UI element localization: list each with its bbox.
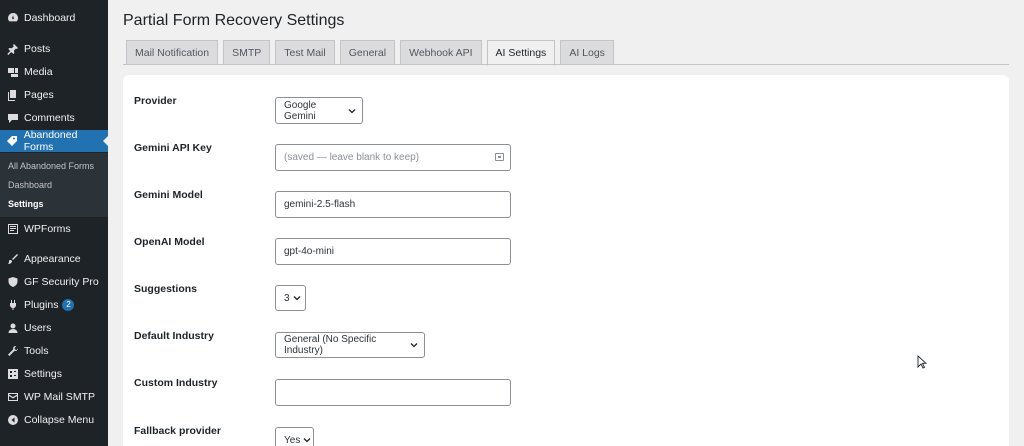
openai-model-value: gpt-4o-mini [284, 246, 335, 257]
suggestions-select[interactable]: 3 [275, 285, 306, 311]
openai-model-field[interactable]: gpt-4o-mini [275, 238, 511, 265]
default-industry-select-value: General (No Specific Industry) [284, 334, 377, 356]
gemini-model-label: Gemini Model [134, 189, 203, 201]
sidebar-item-label: Comments [24, 112, 75, 124]
sidebar-item-abandoned-forms[interactable]: Abandoned Forms [0, 129, 108, 153]
dashboard-icon [6, 12, 19, 25]
user-icon [6, 322, 19, 335]
tag-icon [6, 135, 19, 148]
chevron-down-icon [410, 341, 418, 349]
plug-icon [6, 299, 19, 312]
tab-test-mail[interactable]: Test Mail [275, 40, 335, 65]
sidebar-item-label: Settings [24, 368, 62, 380]
plugins-update-badge: 2 [62, 299, 75, 311]
settings-tabs: Mail Notification SMTP Test Mail General… [126, 40, 619, 66]
sidebar-item-pages[interactable]: Pages [0, 84, 108, 106]
sidebar-item-media[interactable]: Media [0, 61, 108, 83]
custom-industry-field[interactable] [275, 379, 511, 406]
tab-general[interactable]: General [339, 40, 396, 65]
fallback-provider-label: Fallback provider [134, 425, 221, 437]
mail-icon [6, 391, 19, 404]
submenu-settings[interactable]: Settings [8, 199, 44, 209]
chevron-down-icon [348, 107, 356, 115]
collapse-icon [6, 414, 19, 427]
sidebar-item-gf-security-pro[interactable]: GF Security Pro [0, 271, 108, 293]
brush-icon [6, 253, 19, 266]
default-industry-select[interactable]: General (No Specific Industry) [275, 332, 425, 358]
settings-icon [6, 368, 19, 381]
submenu-dashboard[interactable]: Dashboard [8, 180, 52, 190]
sidebar-item-tools[interactable]: Tools [0, 340, 108, 362]
comment-icon [6, 112, 19, 125]
chevron-down-icon [303, 436, 311, 444]
page-title: Partial Form Recovery Settings [123, 12, 345, 29]
mouse-cursor-icon [917, 355, 927, 369]
gemini-api-key-placeholder: (saved — leave blank to keep) [284, 152, 420, 163]
gemini-model-value: gemini-2.5-flash [284, 199, 356, 210]
shield-icon [6, 276, 19, 289]
sidebar-item-label: Abandoned Forms [23, 129, 78, 153]
password-manager-icon[interactable] [495, 153, 504, 161]
sidebar-item-label: Posts [24, 43, 51, 55]
tab-smtp[interactable]: SMTP [223, 40, 271, 65]
sidebar-item-comments[interactable]: Comments [0, 107, 108, 129]
chevron-down-icon [293, 294, 301, 302]
sidebar-item-label: Users [24, 322, 52, 334]
ai-settings-panel [123, 75, 1009, 446]
sidebar-item-wp-mail-smtp[interactable]: WP Mail SMTP [0, 386, 108, 408]
suggestions-label: Suggestions [134, 283, 198, 295]
provider-select-value: Google Gemini [284, 99, 317, 122]
forms-icon [6, 223, 19, 236]
sidebar-item-label: Tools [24, 345, 49, 357]
sidebar-item-plugins[interactable]: Plugins 2 [0, 294, 108, 316]
pages-icon [6, 89, 19, 102]
sidebar-item-label: Plugins [24, 299, 59, 311]
fallback-provider-select-value: Yes [284, 434, 301, 446]
pin-icon [6, 43, 19, 56]
provider-select[interactable]: Google Gemini [275, 97, 363, 124]
sidebar-item-label: Collapse Menu [24, 414, 95, 426]
gemini-api-key-field[interactable]: (saved — leave blank to keep) [275, 144, 511, 171]
sidebar-item-users[interactable]: Users [0, 317, 108, 339]
collapse-menu-button[interactable]: Collapse Menu [0, 409, 108, 431]
sidebar-item-dashboard[interactable]: Dashboard [0, 7, 108, 29]
tab-ai-settings[interactable]: AI Settings [486, 40, 556, 66]
default-industry-label: Default Industry [134, 330, 214, 342]
admin-sidebar: Dashboard Posts Media Pages Comments Aba… [0, 0, 108, 446]
wrench-icon [6, 345, 19, 358]
custom-industry-label: Custom Industry [134, 377, 218, 389]
gemini-api-key-label: Gemini API Key [134, 142, 212, 154]
sidebar-item-label: Dashboard [24, 12, 76, 24]
gemini-model-field[interactable]: gemini-2.5-flash [275, 191, 511, 218]
tabs-divider [123, 64, 1009, 65]
sidebar-item-label: WPForms [24, 223, 71, 235]
sidebar-item-wpforms[interactable]: WPForms [0, 218, 108, 240]
media-icon [6, 66, 19, 79]
sidebar-item-label: WP Mail SMTP [24, 391, 95, 403]
tab-ai-logs[interactable]: AI Logs [560, 40, 614, 65]
sidebar-item-label: Pages [24, 89, 54, 101]
tab-mail-notification[interactable]: Mail Notification [126, 40, 219, 65]
sidebar-item-posts[interactable]: Posts [0, 38, 108, 60]
suggestions-select-value: 3 [284, 292, 290, 304]
sidebar-item-label: GF Security Pro [24, 276, 99, 288]
provider-label: Provider [134, 95, 177, 107]
submenu-all-abandoned-forms[interactable]: All Abandoned Forms [8, 161, 94, 171]
abandoned-forms-submenu: All Abandoned Forms Dashboard Settings [0, 153, 108, 217]
sidebar-item-appearance[interactable]: Appearance [0, 248, 108, 270]
openai-model-label: OpenAI Model [134, 236, 205, 248]
sidebar-item-label: Appearance [24, 253, 81, 265]
sidebar-item-label: Media [24, 66, 53, 78]
fallback-provider-select[interactable]: Yes [275, 427, 314, 446]
sidebar-item-settings[interactable]: Settings [0, 363, 108, 385]
current-menu-arrow [103, 136, 108, 146]
tab-webhook-api[interactable]: Webhook API [400, 40, 482, 65]
